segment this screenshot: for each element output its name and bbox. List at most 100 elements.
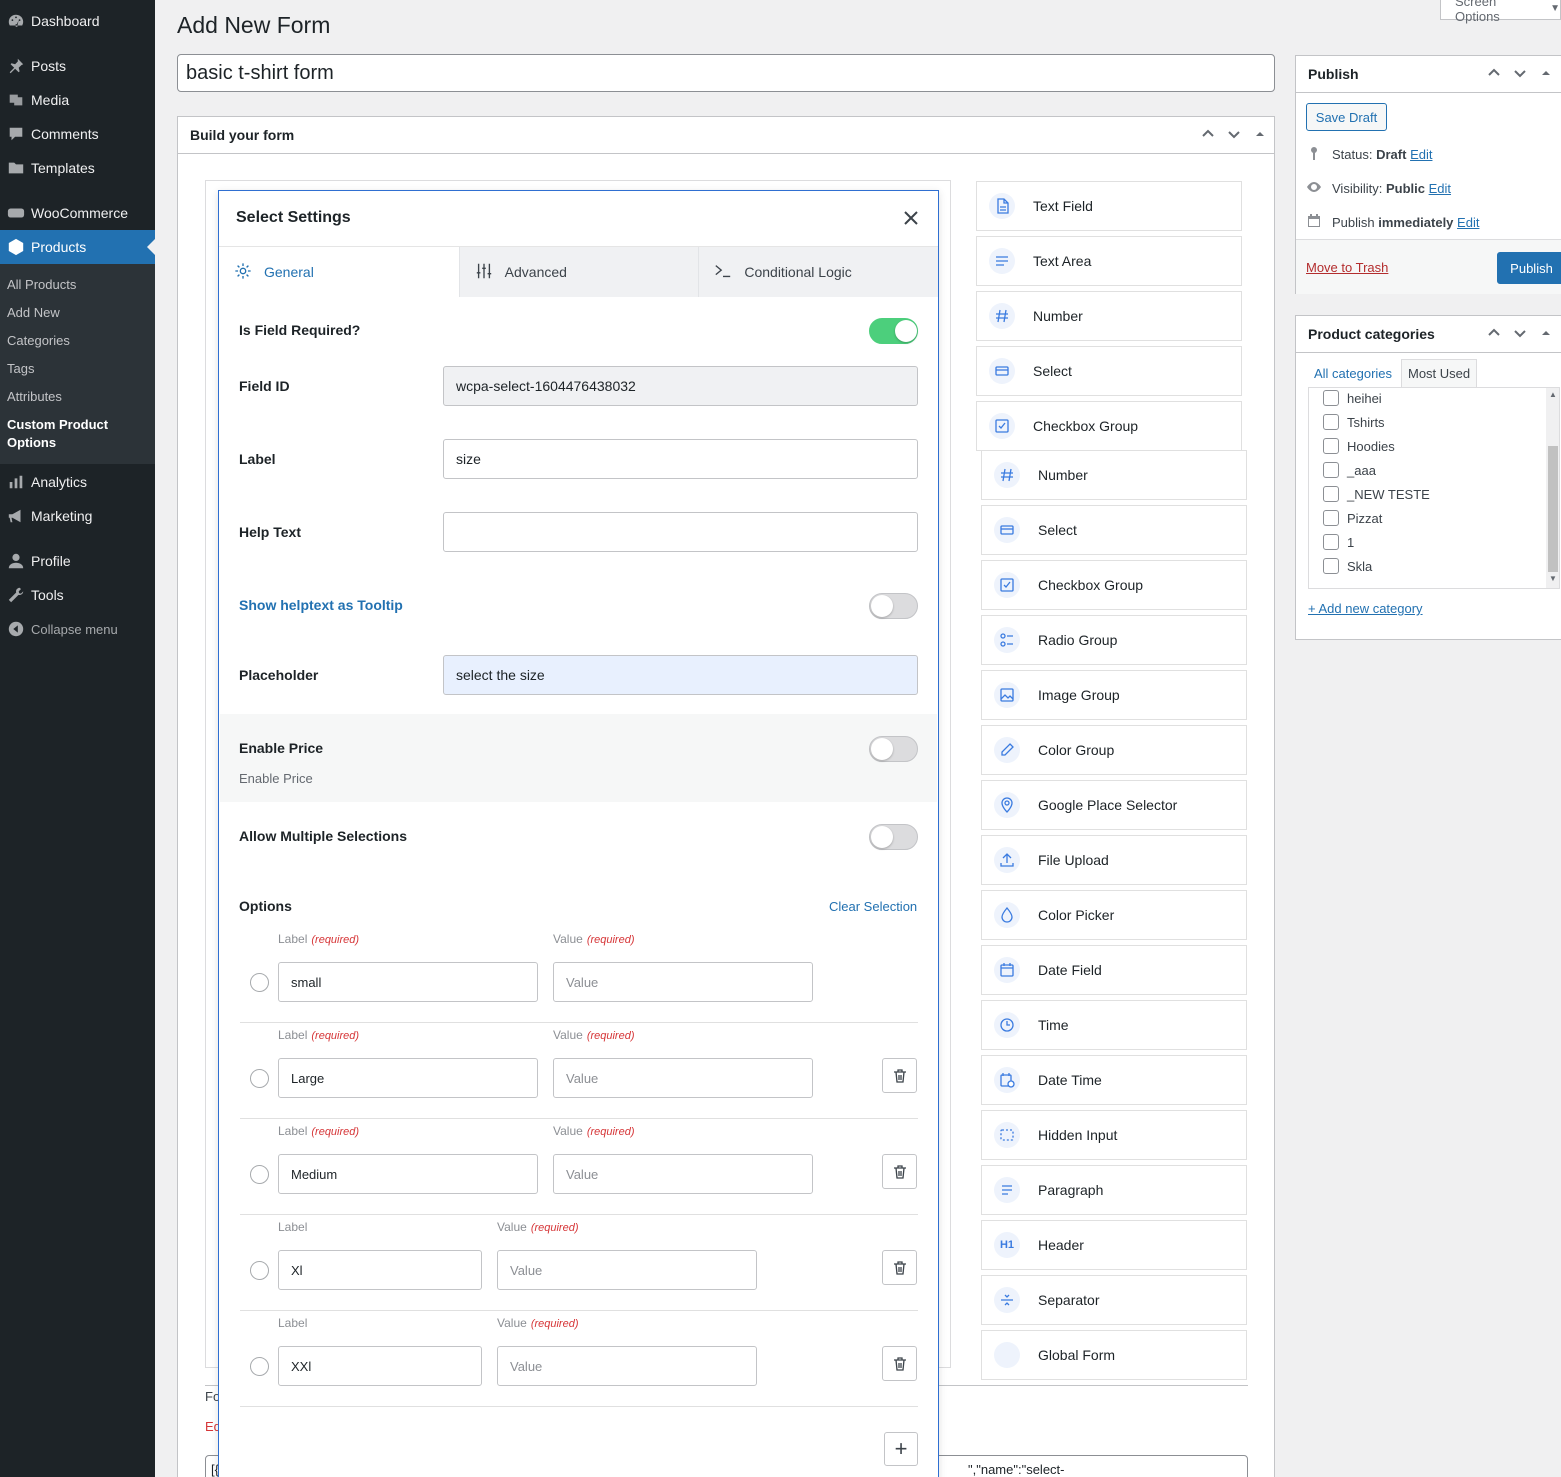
chevron-down-icon[interactable] [1512, 65, 1528, 84]
form-title-input[interactable]: basic t-shirt form [177, 54, 1275, 92]
category-checkbox[interactable] [1323, 486, 1339, 502]
category-item[interactable]: _NEW TESTE [1323, 486, 1430, 502]
palette-item-number[interactable]: Number [981, 450, 1247, 500]
edit-status-link[interactable]: Edit [1410, 147, 1432, 162]
category-checkbox[interactable] [1323, 558, 1339, 574]
option-value-input[interactable]: Value [553, 1058, 813, 1098]
option-label-input[interactable]: Xl [278, 1250, 482, 1290]
category-item[interactable]: _aaa [1323, 462, 1376, 478]
palette-item-text-area[interactable]: Text Area [976, 236, 1242, 286]
option-default-radio[interactable] [250, 1069, 269, 1088]
edit-schedule-link[interactable]: Edit [1457, 215, 1479, 230]
palette-item-hidden-input[interactable]: Hidden Input [981, 1110, 1247, 1160]
category-item[interactable]: 1 [1323, 534, 1354, 550]
scrollbar[interactable]: ▲ ▼ [1546, 388, 1559, 588]
category-item[interactable]: Skla [1323, 558, 1372, 574]
delete-option-button[interactable] [882, 1250, 917, 1285]
option-default-radio[interactable] [250, 973, 269, 992]
tab-advanced[interactable]: Advanced [458, 247, 699, 297]
option-default-radio[interactable] [250, 1357, 269, 1376]
submenu-add-new[interactable]: Add New [7, 304, 60, 322]
option-label-input[interactable]: XXl [278, 1346, 482, 1386]
chevron-up-icon[interactable] [1200, 126, 1216, 145]
palette-item-number[interactable]: Number [976, 291, 1242, 341]
category-checkbox[interactable] [1323, 462, 1339, 478]
delete-option-button[interactable] [882, 1154, 917, 1189]
palette-item-image-group[interactable]: Image Group [981, 670, 1247, 720]
is-required-toggle[interactable] [869, 318, 918, 344]
tab-all-categories[interactable]: All categories [1308, 359, 1398, 387]
clear-selection-link[interactable]: Clear Selection [829, 899, 917, 914]
delete-option-button[interactable] [882, 1346, 917, 1381]
palette-item-separator[interactable]: Separator [981, 1275, 1247, 1325]
option-value-input[interactable]: Value [553, 1154, 813, 1194]
menu-profile[interactable]: Profile [0, 544, 155, 578]
close-icon[interactable] [902, 209, 920, 227]
option-label-input[interactable]: Medium [278, 1154, 538, 1194]
option-default-radio[interactable] [250, 1261, 269, 1280]
option-value-input[interactable]: Value [497, 1346, 757, 1386]
enable-price-toggle[interactable] [869, 736, 918, 762]
collapse-menu-button[interactable]: Collapse menu [0, 612, 155, 646]
submenu-all-products[interactable]: All Products [7, 276, 76, 294]
chevron-down-icon[interactable] [1512, 325, 1528, 344]
option-label-input[interactable]: Large [278, 1058, 538, 1098]
tooltip-toggle[interactable] [869, 593, 918, 619]
add-new-category-link[interactable]: + Add new category [1308, 601, 1423, 616]
chevron-down-icon[interactable] [1226, 126, 1242, 145]
menu-products[interactable]: Products [0, 230, 155, 264]
palette-item-text-field[interactable]: Text Field [976, 181, 1242, 231]
menu-posts[interactable]: Posts [0, 49, 155, 83]
palette-item-radio-group[interactable]: Radio Group [981, 615, 1247, 665]
submenu-categories[interactable]: Categories [7, 332, 70, 350]
palette-item-select[interactable]: Select [976, 346, 1242, 396]
menu-marketing[interactable]: Marketing [0, 499, 155, 533]
palette-item-checkbox-group[interactable]: Checkbox Group [981, 560, 1247, 610]
palette-item-select[interactable]: Select [981, 505, 1247, 555]
submenu-custom-product-options[interactable]: Custom Product Options [7, 416, 127, 452]
tab-most-used[interactable]: Most Used [1401, 359, 1478, 387]
add-option-button[interactable]: + [884, 1432, 918, 1466]
tab-general[interactable]: General [219, 247, 459, 297]
submenu-tags[interactable]: Tags [7, 360, 34, 378]
menu-analytics[interactable]: Analytics [0, 465, 155, 499]
category-item[interactable]: Pizzat [1323, 510, 1382, 526]
menu-comments[interactable]: Comments [0, 117, 155, 151]
menu-media[interactable]: Media [0, 83, 155, 117]
scroll-down-icon[interactable]: ▼ [1549, 574, 1557, 583]
category-item[interactable]: heihei [1323, 390, 1382, 406]
save-draft-button[interactable]: Save Draft [1306, 103, 1387, 131]
scrollbar-thumb[interactable] [1548, 446, 1558, 572]
category-checkbox[interactable] [1323, 510, 1339, 526]
chevron-up-icon[interactable] [1486, 65, 1502, 84]
toggle-panel-icon[interactable] [1252, 126, 1268, 145]
scroll-up-icon[interactable]: ▲ [1549, 390, 1557, 399]
category-item[interactable]: Hoodies [1323, 438, 1395, 454]
option-value-input[interactable]: Value [553, 962, 813, 1002]
category-checkbox[interactable] [1323, 414, 1339, 430]
toggle-panel-icon[interactable] [1538, 325, 1554, 344]
menu-tools[interactable]: Tools [0, 578, 155, 612]
option-value-input[interactable]: Value [497, 1250, 757, 1290]
field-id-input[interactable]: wcpa-select-1604476438032 [443, 366, 918, 406]
palette-item-global-form[interactable]: Global Form [981, 1330, 1247, 1380]
palette-item-header[interactable]: H1 Header [981, 1220, 1247, 1270]
toggle-panel-icon[interactable] [1538, 65, 1554, 84]
palette-item-paragraph[interactable]: Paragraph [981, 1165, 1247, 1215]
menu-woocommerce[interactable]: WooCommerce [0, 196, 155, 230]
palette-item-color-picker[interactable]: Color Picker [981, 890, 1247, 940]
option-default-radio[interactable] [250, 1165, 269, 1184]
option-label-input[interactable]: small [278, 962, 538, 1002]
submenu-attributes[interactable]: Attributes [7, 388, 62, 406]
category-item[interactable]: Tshirts [1323, 414, 1385, 430]
multiple-selections-toggle[interactable] [869, 824, 918, 850]
chevron-up-icon[interactable] [1486, 325, 1502, 344]
menu-dashboard[interactable]: Dashboard [0, 4, 155, 38]
help-text-input[interactable] [443, 512, 918, 552]
tab-conditional-logic[interactable]: Conditional Logic [698, 247, 939, 297]
publish-button[interactable]: Publish [1497, 252, 1561, 284]
palette-item-date-time[interactable]: Date Time [981, 1055, 1247, 1105]
category-checkbox[interactable] [1323, 534, 1339, 550]
category-checkbox[interactable] [1323, 390, 1339, 406]
palette-item-color-group[interactable]: Color Group [981, 725, 1247, 775]
